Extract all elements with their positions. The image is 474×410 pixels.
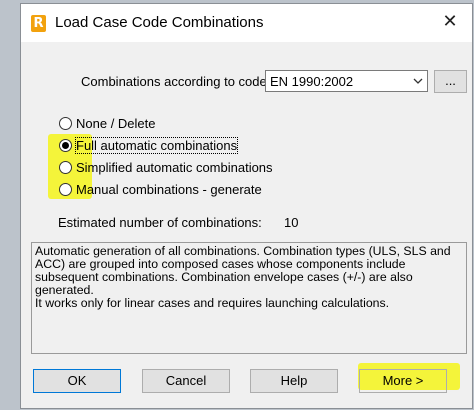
code-select[interactable]: EN 1990:2002 (265, 70, 428, 92)
title-bar: R Load Case Code Combinations ✕ (21, 4, 472, 42)
code-label: Combinations according to code: (81, 74, 271, 89)
estimate-value: 10 (284, 215, 299, 230)
app-logo-icon: R (31, 15, 46, 32)
browse-codes-button[interactable]: ... (434, 70, 467, 93)
description-box: Automatic generation of all combinations… (31, 242, 467, 354)
cancel-button[interactable]: Cancel (142, 369, 230, 393)
radio-none-delete[interactable] (59, 117, 72, 130)
estimate-label: Estimated number of combinations: (58, 215, 262, 230)
code-select-value: EN 1990:2002 (270, 74, 354, 89)
option-label: None / Delete (76, 116, 156, 131)
radio-manual-generate[interactable] (59, 183, 72, 196)
close-button[interactable]: ✕ (432, 5, 468, 39)
option-label: Full automatic combinations (74, 137, 239, 154)
more-button[interactable]: More > (359, 369, 447, 393)
option-label: Manual combinations - generate (76, 182, 262, 197)
radio-simplified-automatic[interactable] (59, 161, 72, 174)
option-label: Simplified automatic combinations (76, 160, 273, 175)
ok-button[interactable]: OK (33, 369, 121, 393)
load-case-dialog: R Load Case Code Combinations ✕ Combinat… (20, 3, 473, 409)
chevron-down-icon (413, 78, 423, 84)
radio-full-automatic[interactable] (59, 139, 72, 152)
dialog-title: Load Case Code Combinations (55, 14, 264, 31)
help-button[interactable]: Help (250, 369, 338, 393)
